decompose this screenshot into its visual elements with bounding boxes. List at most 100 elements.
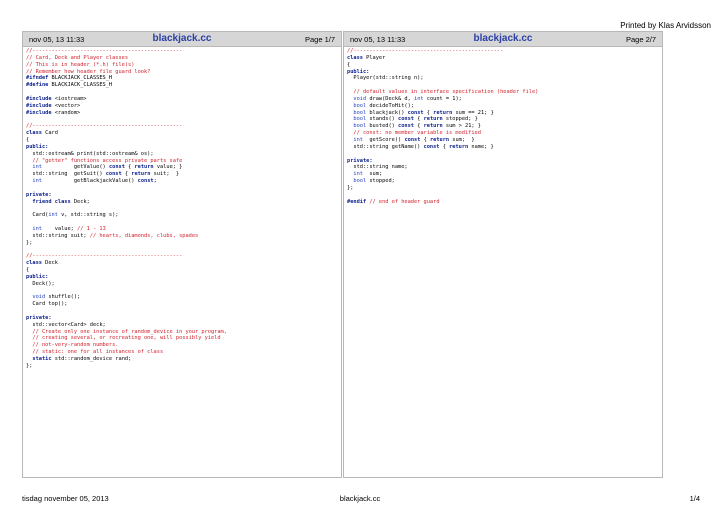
code-line: { <box>26 137 341 144</box>
code-line: // not-very-random numbers. <box>26 342 341 349</box>
code-line: }; <box>347 185 662 192</box>
code-token: return <box>429 136 450 143</box>
code-token: }; <box>26 239 33 246</box>
code-token: const <box>398 116 414 123</box>
code-line: #include <random> <box>26 110 341 117</box>
code-token: { <box>439 143 450 150</box>
code-token: draw(Deck& d, <box>366 95 414 102</box>
code-token: #include <box>26 95 52 102</box>
code-line: // Remember how header file guard look? <box>26 69 341 76</box>
code-token: bool <box>353 109 367 116</box>
page-header: nov 05, 13 11:33 blackjack.cc Page 1/7 <box>23 32 341 47</box>
code-line: private: <box>347 158 662 165</box>
code-line: bool decideToHit(); <box>347 103 662 110</box>
source-page-2: nov 05, 13 11:33 blackjack.cc Page 2/7 /… <box>343 31 663 478</box>
code-token: return <box>449 143 469 150</box>
code-line: static std::random_device rand; <box>26 356 341 363</box>
code-token: // end of header guard <box>369 198 440 205</box>
code-token: Card <box>41 130 58 137</box>
code-token: std::string name; <box>347 164 408 171</box>
code-token: #ifndef <box>26 75 49 82</box>
code-line: // default values in interface specifica… <box>347 89 662 96</box>
code-token: { <box>414 123 424 130</box>
code-token: static <box>32 355 52 362</box>
code-token: bool <box>353 123 367 130</box>
code-token: { <box>423 109 434 116</box>
code-token: BLACKJACK_CLASSES_H <box>48 75 113 82</box>
code-token: sum; <box>362 171 383 178</box>
code-token: getBlackjackValue() <box>41 178 138 185</box>
code-line: // Card, Deck and Player classes <box>26 55 341 62</box>
code-line: }; <box>26 240 341 247</box>
page-number: Page 1/7 <box>304 35 335 44</box>
code-token: const <box>398 123 414 130</box>
file-title: blackjack.cc <box>473 33 533 44</box>
code-token: int <box>48 212 58 219</box>
footer-filename: blackjack.cc <box>339 494 381 503</box>
code-line: public: <box>26 274 341 281</box>
code-token: int <box>32 178 42 185</box>
code-token: std::string getSuit() <box>26 171 106 178</box>
code-token: public: <box>26 273 49 280</box>
code-token: return <box>131 171 151 178</box>
code-token: Player <box>362 54 386 61</box>
code-token: Deck(); <box>26 280 55 287</box>
code-token: blackjack() <box>366 109 408 116</box>
code-token: return <box>433 109 453 116</box>
code-token: busted() <box>366 123 399 130</box>
code-block: //--------------------------------------… <box>344 47 662 205</box>
code-token: // static: one for all instances of clas… <box>26 349 164 356</box>
code-line: // "getter" functions access private par… <box>26 158 341 165</box>
code-token: private: <box>26 191 52 198</box>
code-token: }; <box>26 362 33 369</box>
code-line: public: <box>347 69 662 76</box>
code-line: std::string suit; // hearts, diamonds, c… <box>26 233 341 240</box>
code-token: class <box>347 54 363 61</box>
code-line: public: <box>26 144 341 151</box>
code-token: stopped; } <box>442 116 478 123</box>
code-line: // This is in header (*.h) file(s) <box>26 62 341 69</box>
code-line: bool blackjack() const { return sum == 2… <box>347 110 662 117</box>
code-line: private: <box>26 315 341 322</box>
code-line: //--------------------------------------… <box>26 253 341 260</box>
code-line: //--------------------------------------… <box>347 48 662 55</box>
code-token: bool <box>353 178 367 185</box>
code-token: friend class <box>32 198 71 205</box>
code-line: friend class Deck; <box>26 199 341 206</box>
code-line: bool stopped; <box>347 178 662 185</box>
code-line: #ifndef BLACKJACK_CLASSES_H <box>26 75 341 82</box>
code-token: { <box>420 136 430 143</box>
code-token: }; <box>347 184 354 191</box>
code-line: //--------------------------------------… <box>26 123 341 130</box>
code-token: stands() <box>366 116 399 123</box>
code-line: void draw(Deck& d, int count = 1); <box>347 96 662 103</box>
code-token: // This is in header (*.h) file(s) <box>26 61 135 68</box>
code-token: Deck; <box>70 198 90 205</box>
code-token: // Card, Deck and Player classes <box>26 54 129 61</box>
code-token: // Create only one instance of random_de… <box>26 328 227 335</box>
code-token: private: <box>26 314 52 321</box>
code-token: std::ostream& print(std::ostream& os); <box>26 150 154 157</box>
code-token: value; } <box>153 164 183 171</box>
file-title: blackjack.cc <box>152 33 212 44</box>
code-token: //--------------------------------------… <box>26 48 183 54</box>
code-line: }; <box>26 363 341 370</box>
code-token: #include <box>26 102 52 109</box>
code-token: int <box>353 136 363 143</box>
code-token: class <box>26 260 42 267</box>
code-line: //--------------------------------------… <box>26 48 341 55</box>
code-token: decideToHit(); <box>366 102 414 109</box>
code-line: void shuffle(); <box>26 294 341 301</box>
code-line: Card top(); <box>26 301 341 308</box>
printed-by-label: Printed by Klas Arvidsson <box>620 21 711 30</box>
code-token: const <box>105 171 122 178</box>
code-token: // 1 - 13 <box>77 225 106 232</box>
code-token: // Remember how header file guard look? <box>26 68 151 75</box>
